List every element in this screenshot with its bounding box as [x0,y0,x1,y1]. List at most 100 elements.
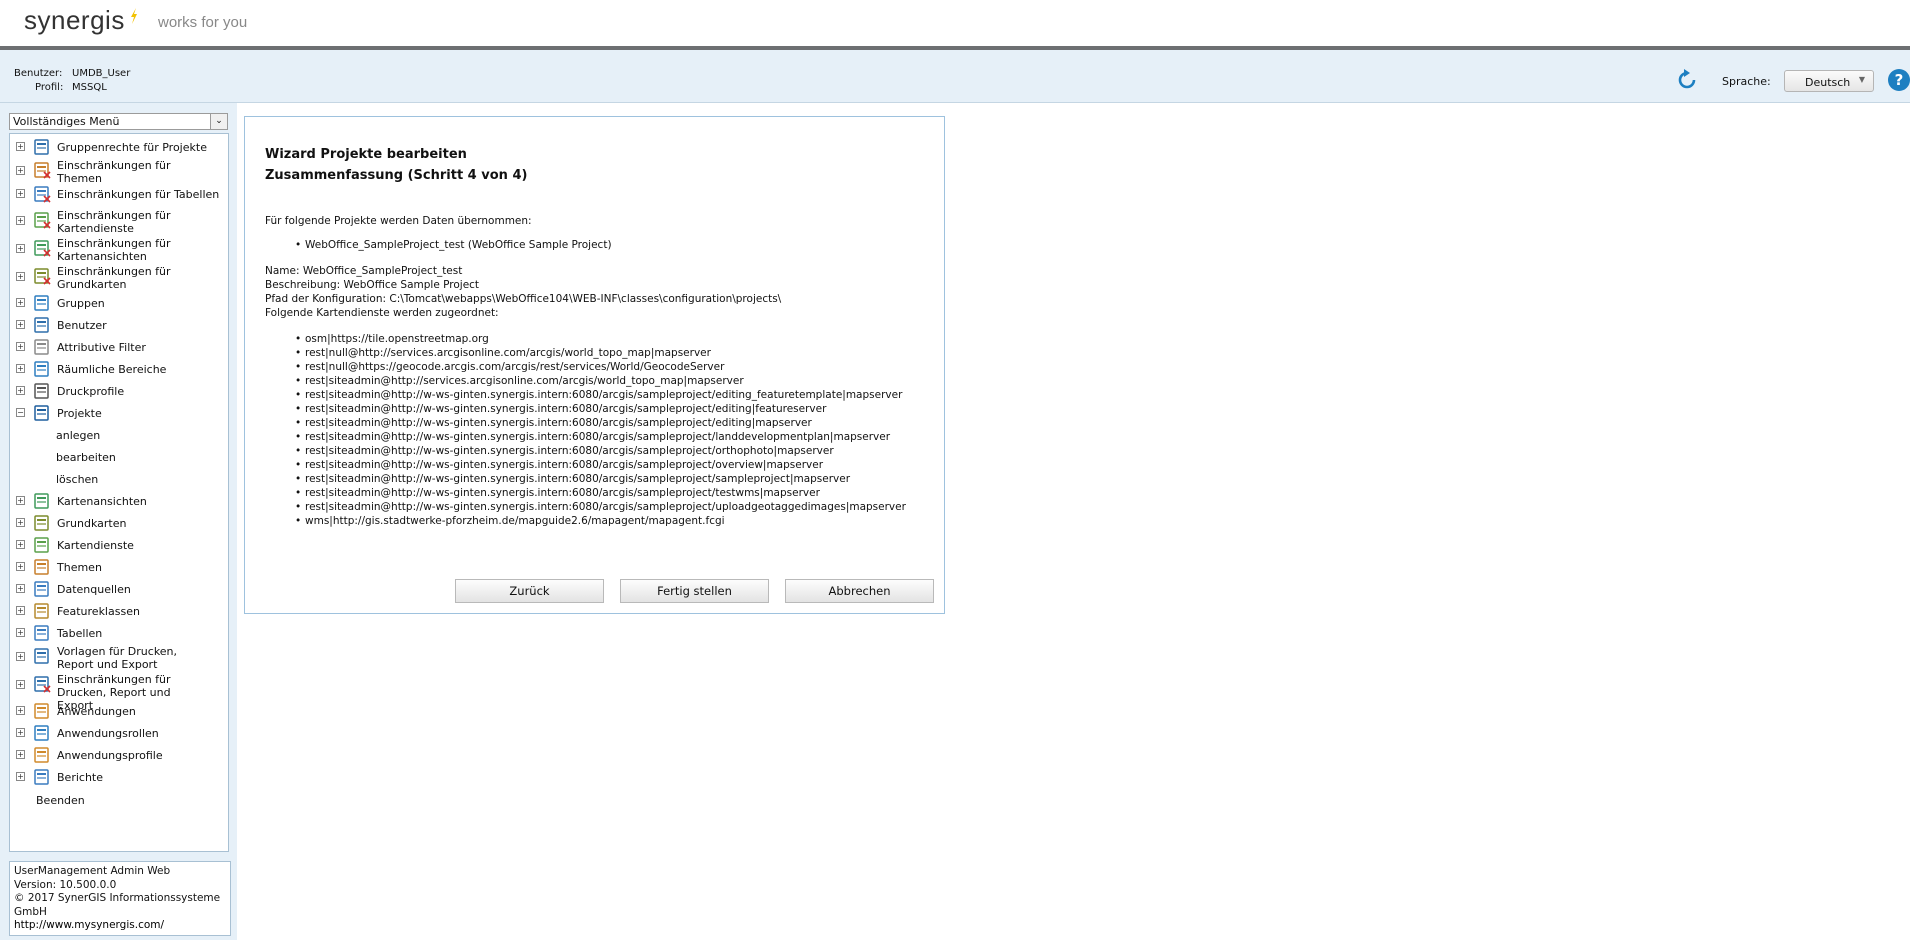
service-item: rest|siteadmin@http://w-ws-ginten.synerg… [295,487,820,499]
tree-subitem-löschen[interactable]: löschen [56,473,98,486]
tree-item[interactable]: + Datenquellen [10,579,228,601]
collapse-icon[interactable]: − [16,408,25,417]
datasource-icon [33,580,51,598]
project-description: Beschreibung: WebOffice Sample Project [265,279,480,291]
expand-icon[interactable]: + [16,728,25,737]
tree-item[interactable]: + Grundkarten [10,513,228,535]
expand-icon[interactable]: + [16,518,25,527]
tree-subitem-bearbeiten[interactable]: bearbeiten [56,451,116,464]
website-link[interactable]: http://www.mysynergis.com/ [14,919,164,931]
tree-item[interactable]: + Räumliche Bereiche [10,359,228,381]
wizard-panel: Wizard Projekte bearbeiten Zusammenfassu… [244,116,945,614]
tree-item[interactable]: + Einschränkungen für Grundkarten [10,265,228,291]
expand-icon[interactable]: + [16,320,25,329]
tree-item[interactable]: + Benutzer [10,315,228,337]
restrict-themes-icon [33,161,51,179]
tree-subitem-anlegen[interactable]: anlegen [56,429,100,442]
tree-item[interactable]: + Featureklassen [10,601,228,623]
tree-item[interactable]: + Gruppenrechte für Projekte [10,137,228,159]
tree-item[interactable]: + Berichte [10,767,228,789]
expand-icon[interactable]: + [16,216,25,225]
tree-item[interactable]: + Tabellen [10,623,228,645]
expand-icon[interactable]: + [16,628,25,637]
expand-icon[interactable]: + [16,189,25,198]
service-item: wms|http://gis.stadtwerke-pforzheim.de/m… [295,515,725,527]
restrict-tables-icon [33,185,51,203]
project-name: Name: WebOffice_SampleProject_test [265,265,463,277]
expand-icon[interactable]: + [16,606,25,615]
expand-icon[interactable]: + [16,386,25,395]
tree-item-label: Einschränkungen für Tabellen [57,188,220,201]
expand-icon[interactable]: + [16,166,25,175]
expand-icon[interactable]: + [16,342,25,351]
tree-item[interactable]: + Kartenansichten [10,491,228,513]
user-label: Benutzer: [14,68,63,79]
profile-label: Profil: [35,82,64,93]
tree-item-label: Einschränkungen für Kartendienste [57,209,171,235]
service-item: rest|null@http://services.arcgisonline.c… [295,347,711,359]
expand-icon[interactable]: + [16,706,25,715]
tree-item[interactable]: + Einschränkungen für Tabellen [10,184,228,206]
tree-item[interactable]: + Anwendungsprofile [10,745,228,767]
expand-icon[interactable]: + [16,496,25,505]
mapservice-icon [33,536,51,554]
tree-item[interactable]: + Einschränkungen für Drucken, Report und… [10,673,228,712]
menu-select-value: Vollständiges Menü [13,115,120,128]
expand-icon[interactable]: + [16,244,25,253]
project-entry: WebOffice_SampleProject_test (WebOffice … [295,239,612,251]
tree-item[interactable]: + Gruppen [10,293,228,315]
tree-item[interactable]: + Anwendungen [10,701,228,723]
refresh-icon[interactable] [1676,69,1698,91]
navigation-tree: + Gruppenrechte für Projekte + Einschränkun… [9,133,229,852]
tree-item[interactable]: + Vorlagen für Drucken, Report und Export [10,645,228,671]
tree-item-label: Projekte [57,407,102,420]
tree-item-label: Räumliche Bereiche [57,363,167,376]
tree-item-label: Berichte [57,771,103,784]
tree-item[interactable]: + Anwendungsrollen [10,723,228,745]
tree-item[interactable]: + Themen [10,557,228,579]
help-icon[interactable]: ? [1888,69,1910,91]
restrict-templates-icon [33,675,51,693]
app-name: UserManagement Admin Web [14,865,171,877]
projects-intro: Für folgende Projekte werden Daten übern… [265,215,532,227]
services-intro: Folgende Kartendienste werden zugeordnet… [265,307,499,319]
service-item: rest|null@https://geocode.arcgis.com/arc… [295,361,724,373]
tree-item[interactable]: − Projekte [10,403,228,425]
wizard-step-title: Zusammenfassung (Schritt 4 von 4) [265,168,528,183]
groups-icon [33,294,51,312]
templates-icon [33,647,51,665]
chevron-down-icon: ▼ [1858,75,1865,84]
info-bar: Benutzer: UMDB_User Profil: MSSQL [0,50,1910,103]
expand-icon[interactable]: + [16,584,25,593]
expand-icon[interactable]: + [16,298,25,307]
tree-item[interactable]: + Einschränkungen für Kartenansichten [10,237,228,263]
menu-select[interactable]: Vollständiges Menü ⌄ [9,113,228,130]
expand-icon[interactable]: + [16,540,25,549]
config-path: Pfad der Konfiguration: C:\Tomcat\webapp… [265,293,782,305]
tree-item-label: Attributive Filter [57,341,146,354]
expand-icon[interactable]: + [16,562,25,571]
expand-icon[interactable]: + [16,652,25,661]
tree-item[interactable]: + Einschränkungen für Kartendienste [10,209,228,235]
cancel-button[interactable]: Abbrechen [785,579,934,603]
profile-value: MSSQL [72,82,107,93]
expand-icon[interactable]: + [16,680,25,689]
expand-icon[interactable]: + [16,772,25,781]
tree-item[interactable]: + Druckprofile [10,381,228,403]
language-select[interactable]: Deutsch ▼ [1784,70,1874,92]
tree-item-label: Anwendungsprofile [57,749,163,762]
tree-item-label: Einschränkungen für Grundkarten [57,265,171,291]
group-rights-icon [33,138,51,156]
expand-icon[interactable]: + [16,142,25,151]
expand-icon[interactable]: + [16,364,25,373]
finish-button[interactable]: Fertig stellen [620,579,769,603]
exit-link[interactable]: Beenden [36,794,85,807]
tree-item[interactable]: + Kartendienste [10,535,228,557]
wizard-title: Wizard Projekte bearbeiten [265,147,467,162]
tree-item[interactable]: + Einschränkungen für Themen [10,159,228,185]
expand-icon[interactable]: + [16,750,25,759]
expand-icon[interactable]: + [16,272,25,281]
tree-item[interactable]: + Attributive Filter [10,337,228,359]
chevron-down-icon[interactable]: ⌄ [210,114,227,129]
back-button[interactable]: Zurück [455,579,604,603]
